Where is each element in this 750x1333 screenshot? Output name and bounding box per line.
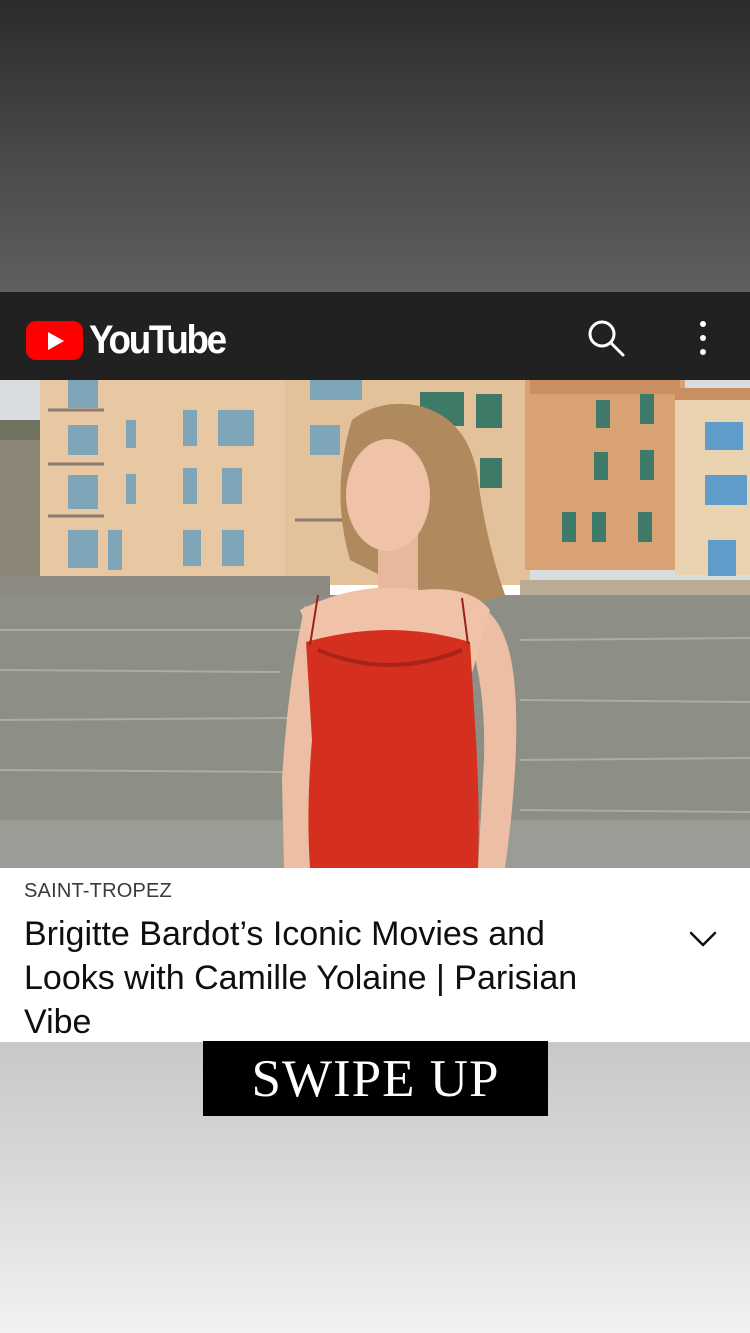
chevron-down-icon[interactable] — [686, 922, 720, 956]
more-vert-icon[interactable] — [690, 318, 716, 358]
video-thumbnail[interactable] — [0, 380, 750, 868]
top-gradient — [0, 0, 750, 292]
youtube-header: YouTube — [0, 292, 750, 380]
channel-label: SAINT-TROPEZ — [24, 880, 172, 902]
youtube-logo[interactable]: YouTube — [26, 318, 237, 363]
story-page: YouTube SAINT-TROPEZ Brigitte Bardot’s I… — [0, 0, 750, 1333]
video-title[interactable]: Brigitte Bardot’s Iconic Movies and Look… — [24, 912, 644, 1044]
youtube-logo-text: YouTube — [89, 318, 227, 362]
video-info-card[interactable]: SAINT-TROPEZ Brigitte Bardot’s Iconic Mo… — [0, 868, 750, 1042]
swipe-up-label[interactable]: SWIPE UP — [203, 1041, 548, 1116]
search-icon[interactable] — [586, 318, 626, 358]
thumbnail-image — [0, 380, 750, 868]
youtube-logo-icon — [26, 321, 83, 360]
